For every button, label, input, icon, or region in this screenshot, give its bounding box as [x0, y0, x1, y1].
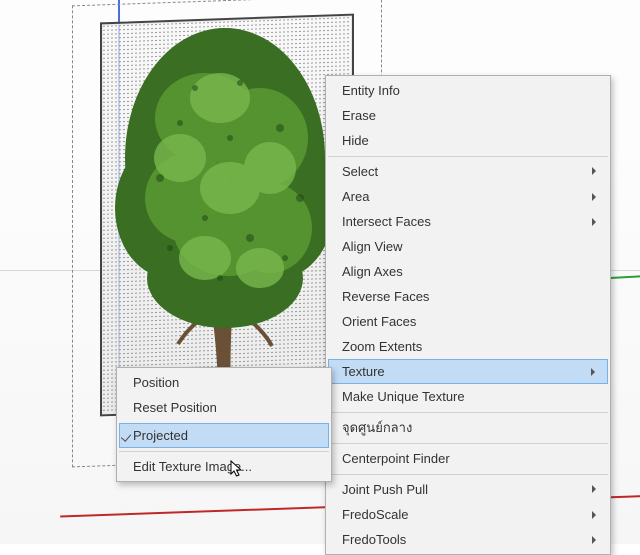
- menu-texture[interactable]: Texture: [328, 359, 608, 384]
- menu-select[interactable]: Select: [328, 156, 608, 184]
- submenu-position[interactable]: Position: [119, 370, 329, 395]
- submenu-projected[interactable]: Projected: [119, 423, 329, 448]
- menu-center-thai[interactable]: จุดศูนย์กลาง: [328, 412, 608, 440]
- menu-align-axes[interactable]: Align Axes: [328, 259, 608, 284]
- menu-align-view[interactable]: Align View: [328, 234, 608, 259]
- menu-entity-info[interactable]: Entity Info: [328, 78, 608, 103]
- menu-make-unique-texture[interactable]: Make Unique Texture: [328, 384, 608, 409]
- context-menu-main[interactable]: Entity Info Erase Hide Select Area Inter…: [325, 75, 611, 555]
- menu-fredotools[interactable]: FredoTools: [328, 527, 608, 552]
- menu-area[interactable]: Area: [328, 184, 608, 209]
- menu-fredoscale[interactable]: FredoScale: [328, 502, 608, 527]
- menu-joint-push-pull[interactable]: Joint Push Pull: [328, 474, 608, 502]
- menu-orient-faces[interactable]: Orient Faces: [328, 309, 608, 334]
- menu-erase[interactable]: Erase: [328, 103, 608, 128]
- menu-hide[interactable]: Hide: [328, 128, 608, 153]
- submenu-reset-position[interactable]: Reset Position: [119, 395, 329, 420]
- selected-face[interactable]: [100, 14, 354, 417]
- menu-intersect-faces[interactable]: Intersect Faces: [328, 209, 608, 234]
- menu-zoom-extents[interactable]: Zoom Extents: [328, 334, 608, 359]
- menu-centerpoint-finder[interactable]: Centerpoint Finder: [328, 443, 608, 471]
- context-menu-texture[interactable]: Position Reset Position Projected Edit T…: [116, 367, 332, 482]
- menu-reverse-faces[interactable]: Reverse Faces: [328, 284, 608, 309]
- submenu-edit-texture-image[interactable]: Edit Texture Image...: [119, 451, 329, 479]
